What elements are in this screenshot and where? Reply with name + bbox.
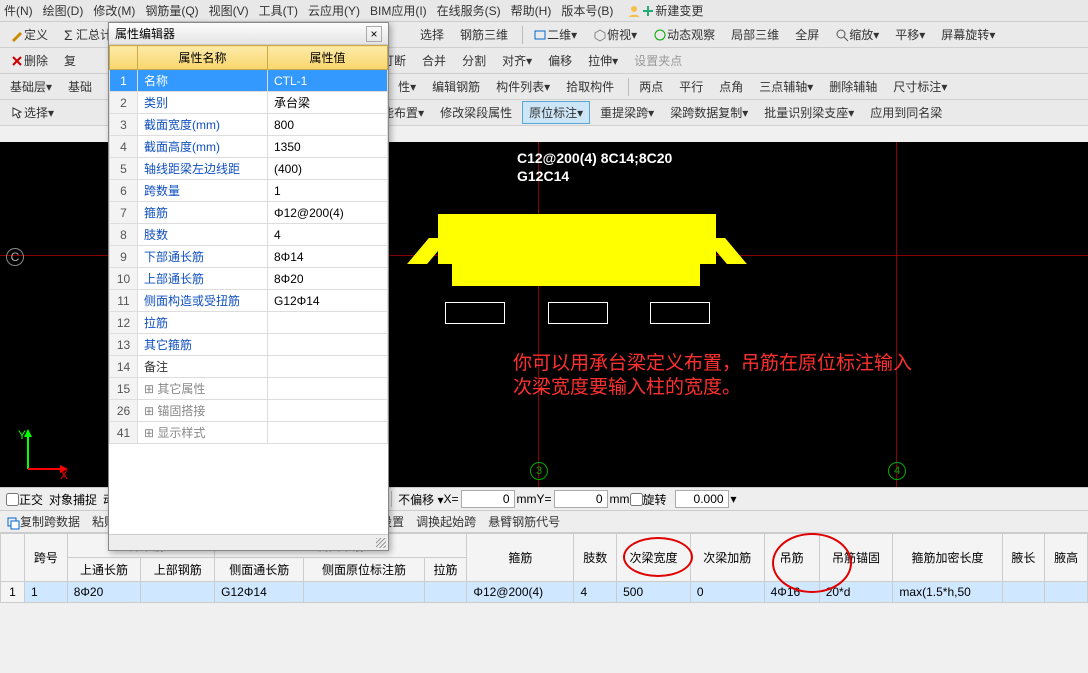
rotate-input[interactable] bbox=[675, 490, 729, 508]
close-icon[interactable]: × bbox=[366, 26, 382, 42]
delete-button[interactable]: 删除 bbox=[4, 50, 54, 71]
property-table[interactable]: 属性名称属性值 1名称CTL-1 2类别承台梁 3截面宽度(mm)800 4截面… bbox=[109, 45, 388, 444]
menu-bim[interactable]: BIM应用(I) bbox=[370, 2, 427, 19]
axis-c-label: C bbox=[6, 248, 24, 266]
parallel-button[interactable]: 平行 bbox=[673, 76, 709, 97]
component-list-button[interactable]: 构件列表 ▾ bbox=[490, 76, 556, 97]
cursor-icon bbox=[10, 106, 24, 120]
beam-label-1: C12@200(4) 8C14;8C20 bbox=[517, 150, 672, 166]
rotate-toggle[interactable]: 旋转 bbox=[630, 491, 667, 508]
batch-recognize-button[interactable]: 批量识别梁支座 ▾ bbox=[758, 102, 860, 123]
beam-label-2: G12C14 bbox=[517, 168, 569, 184]
x-input[interactable] bbox=[461, 490, 515, 508]
define-button[interactable]: 定义 bbox=[4, 24, 54, 45]
local-3d-button[interactable]: 局部三维 bbox=[725, 24, 785, 45]
two-point-button[interactable]: 两点 bbox=[633, 76, 669, 97]
svg-text:X: X bbox=[60, 468, 68, 479]
svg-text:Y: Y bbox=[18, 429, 26, 442]
delete-axis-button[interactable]: 删除辅轴 bbox=[823, 76, 883, 97]
ucs-icon: Y X bbox=[18, 429, 68, 479]
stretch-button[interactable]: 拉伸 ▾ bbox=[582, 50, 624, 71]
magnifier-icon bbox=[835, 28, 849, 42]
col-value-header: 属性值 bbox=[268, 46, 388, 70]
select-filter-button[interactable]: 选择 bbox=[414, 24, 450, 45]
offset-button[interactable]: 偏移 bbox=[542, 50, 578, 71]
snap-toggle[interactable]: 对象捕捉 bbox=[49, 491, 97, 508]
modify-span-prop-button[interactable]: 修改梁段属性 bbox=[434, 102, 518, 123]
base-combo[interactable]: 基础 bbox=[62, 76, 98, 97]
apply-all-button[interactable]: 应用到同名梁 bbox=[864, 102, 948, 123]
menu-cloud[interactable]: 云应用(Y) bbox=[308, 2, 360, 19]
three-point-axis-button[interactable]: 三点辅轴 ▾ bbox=[753, 76, 819, 97]
dimension-button[interactable]: 尺寸标注 ▾ bbox=[887, 76, 953, 97]
screen-rotate-button[interactable]: 屏幕旋转 ▾ bbox=[935, 24, 1001, 45]
new-change-button[interactable]: 新建变更 bbox=[627, 2, 713, 19]
menu-help[interactable]: 帮助(H) bbox=[511, 2, 552, 19]
edit-steel-button[interactable]: 编辑钢筋 bbox=[426, 76, 486, 97]
menu-tools[interactable]: 工具(T) bbox=[259, 2, 298, 19]
cube-icon bbox=[593, 28, 607, 42]
menu-draw[interactable]: 绘图(D) bbox=[43, 2, 84, 19]
dialog-title: 属性编辑器 bbox=[115, 25, 175, 42]
copy-icon bbox=[6, 516, 20, 530]
table-row[interactable]: 1 1 8Φ20 G12Φ14 Φ12@200(4) 4 500 0 4Φ16 … bbox=[1, 582, 1088, 603]
property-editor-dialog[interactable]: 属性编辑器 × 属性名称属性值 1名称CTL-1 2类别承台梁 3截面宽度(mm… bbox=[108, 22, 389, 551]
fullscreen-button[interactable]: 全屏 bbox=[789, 24, 825, 45]
node-4: 4 bbox=[888, 462, 906, 480]
pencil-icon bbox=[10, 28, 24, 42]
menu-steel[interactable]: 钢筋量(Q) bbox=[145, 2, 198, 19]
pick-component-button[interactable]: 拾取构件 bbox=[560, 76, 620, 97]
base-layer-combo[interactable]: 基础层 ▾ bbox=[4, 76, 58, 97]
col-name-header: 属性名称 bbox=[138, 46, 268, 70]
node-3: 3 bbox=[530, 462, 548, 480]
steel-3d-button[interactable]: 钢筋三维 bbox=[454, 24, 514, 45]
topview-button[interactable]: 俯视 ▾ bbox=[587, 24, 643, 45]
hanger-code-tab[interactable]: 悬臂钢筋代号 bbox=[488, 513, 560, 530]
offset-mode-combo[interactable]: 不偏移 ▾ bbox=[398, 491, 443, 508]
menu-bar: 件(N) 绘图(D) 修改(M) 钢筋量(Q) 视图(V) 工具(T) 云应用(… bbox=[0, 0, 1088, 22]
rect-icon bbox=[533, 28, 547, 42]
x-icon bbox=[10, 54, 24, 68]
y-input[interactable] bbox=[554, 490, 608, 508]
annotation-text: 你可以用承台梁定义布置，吊筋在原位标注输入 次梁宽度要输入柱的宽度。 bbox=[513, 352, 912, 400]
zoom-button[interactable]: 缩放 ▾ bbox=[829, 24, 885, 45]
menu-file[interactable]: 件(N) bbox=[4, 2, 33, 19]
menu-online[interactable]: 在线服务(S) bbox=[437, 2, 501, 19]
dialog-titlebar[interactable]: 属性编辑器 × bbox=[109, 23, 388, 45]
point-angle-button[interactable]: 点角 bbox=[713, 76, 749, 97]
menu-view[interactable]: 视图(V) bbox=[209, 2, 249, 19]
switch-start-tab[interactable]: 调换起始跨 bbox=[416, 513, 476, 530]
align-button[interactable]: 对齐 ▾ bbox=[496, 50, 538, 71]
menu-version[interactable]: 版本号(B) bbox=[561, 2, 613, 19]
pan-button[interactable]: 平移 ▾ bbox=[889, 24, 931, 45]
setpoint-button[interactable]: 设置夹点 bbox=[628, 50, 688, 71]
inplace-annotate-button[interactable]: 原位标注 ▾ bbox=[522, 101, 590, 124]
property-button[interactable]: 性 ▾ bbox=[392, 76, 422, 97]
orbit-icon bbox=[653, 28, 667, 42]
dynamic-view-button[interactable]: 动态观察 bbox=[647, 24, 721, 45]
ortho-toggle[interactable]: 正交 bbox=[6, 491, 43, 508]
select-tool-button[interactable]: 选择 ▾ bbox=[4, 102, 60, 123]
2d-button[interactable]: 二维 ▾ bbox=[527, 24, 583, 45]
plus-icon bbox=[641, 4, 655, 18]
respan-button[interactable]: 重提梁跨 ▾ bbox=[594, 102, 660, 123]
menu-modify[interactable]: 修改(M) bbox=[93, 2, 135, 19]
copy-span-tab[interactable]: 复制跨数据 bbox=[6, 513, 80, 530]
person-icon bbox=[627, 4, 641, 18]
merge-button[interactable]: 合并 bbox=[416, 50, 452, 71]
resize-grip-icon[interactable] bbox=[376, 538, 386, 548]
split-button[interactable]: 分割 bbox=[456, 50, 492, 71]
copy-button[interactable]: 复 bbox=[58, 50, 82, 71]
span-copy-button[interactable]: 梁跨数据复制 ▾ bbox=[664, 102, 754, 123]
